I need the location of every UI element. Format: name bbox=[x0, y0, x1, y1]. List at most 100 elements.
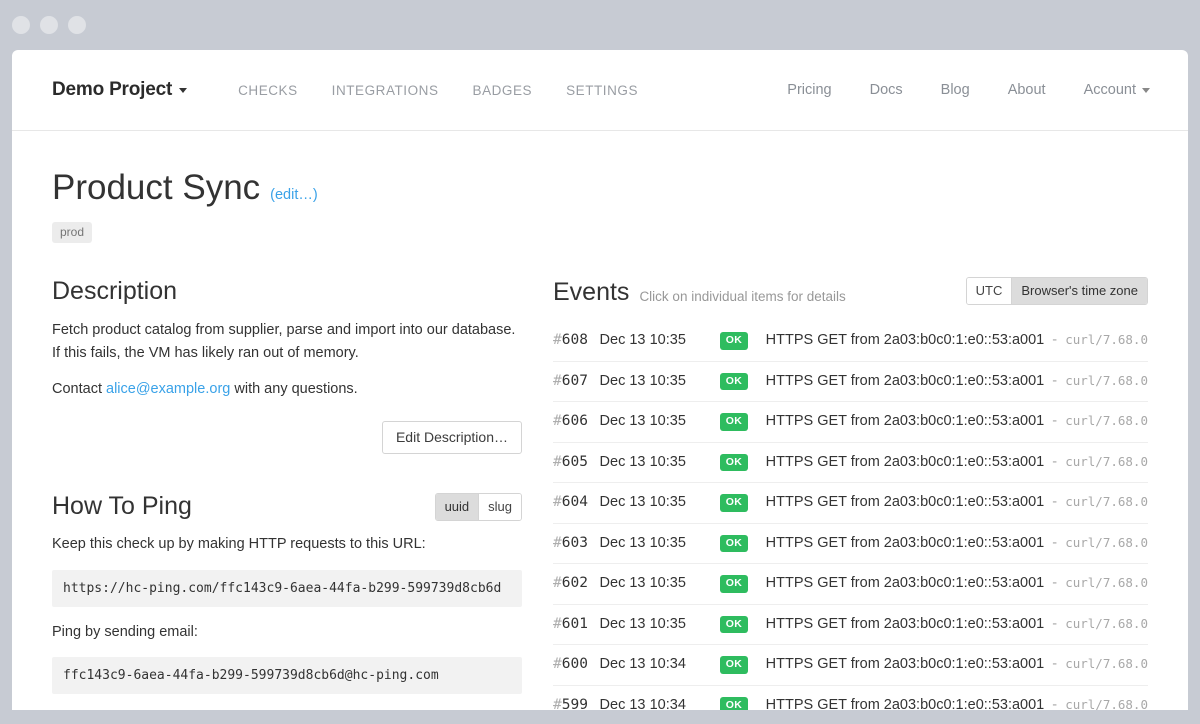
hash-prefix: # bbox=[553, 616, 562, 632]
event-id[interactable]: #606 bbox=[553, 402, 600, 443]
events-table: #608Dec 1310:35OKHTTPS GET from 2a03:b0c… bbox=[553, 321, 1148, 710]
ping-email-box[interactable]: ffc143c9-6aea-44fa-b299-599739d8cb6d@hc-… bbox=[52, 657, 522, 694]
table-row[interactable]: #608Dec 1310:35OK HTTPS GET from 2a03:b0c… bbox=[553, 321, 1148, 361]
url-intro-text: Keep this check up by making HTTP reques… bbox=[52, 533, 522, 555]
hash-prefix: # bbox=[553, 332, 562, 348]
toggle-option-slug[interactable]: slug bbox=[478, 494, 521, 521]
event-description-cell: HTTPS GET from 2a03:b0c0:1:e0::53:a001 -… bbox=[766, 685, 1148, 710]
event-status-cell: OK bbox=[720, 402, 766, 443]
event-id[interactable]: #607 bbox=[553, 361, 600, 402]
timezone-toggle: UTC Browser's time zone bbox=[966, 277, 1148, 306]
table-row[interactable]: #602Dec 1310:35OKHTTPS GET from 2a03:b0c… bbox=[553, 564, 1148, 605]
toggle-option-utc[interactable]: UTC bbox=[967, 278, 1012, 305]
event-number: 602 bbox=[562, 575, 588, 591]
events-subtitle: Click on individual items for details bbox=[639, 289, 845, 307]
nav-item-blog[interactable]: Blog bbox=[922, 82, 989, 98]
separator-dash: - bbox=[1044, 697, 1065, 710]
nav-item-pricing[interactable]: Pricing bbox=[768, 82, 850, 98]
event-time: 10:35 bbox=[650, 321, 720, 361]
table-row[interactable]: #606Dec 1310:35OKHTTPS GET from 2a03:b0c… bbox=[553, 402, 1148, 443]
event-user-agent: curl/7.68.0 bbox=[1065, 332, 1148, 347]
event-id[interactable]: #604 bbox=[553, 483, 600, 524]
event-time: 10:35 bbox=[650, 442, 720, 483]
event-user-agent: curl/7.68.0 bbox=[1065, 535, 1148, 550]
hash-prefix: # bbox=[553, 535, 562, 551]
event-user-agent: curl/7.68.0 bbox=[1065, 413, 1148, 428]
close-dot[interactable] bbox=[12, 16, 30, 34]
separator-dash: - bbox=[1044, 373, 1065, 389]
hash-prefix: # bbox=[553, 656, 562, 672]
table-row[interactable]: #603Dec 1310:35OKHTTPS GET from 2a03:b0c… bbox=[553, 523, 1148, 564]
check-tag[interactable]: prod bbox=[52, 222, 92, 243]
event-description-cell: HTTPS GET from 2a03:b0c0:1:e0::53:a001 -… bbox=[766, 361, 1148, 402]
events-heading: Events bbox=[553, 278, 629, 307]
status-badge: OK bbox=[720, 332, 749, 350]
table-row[interactable]: #599Dec 1310:34OKHTTPS GET from 2a03:b0c… bbox=[553, 685, 1148, 710]
event-description-cell: HTTPS GET from 2a03:b0c0:1:e0::53:a001 -… bbox=[766, 402, 1148, 443]
nav-item-account[interactable]: Account bbox=[1065, 82, 1158, 98]
nav-item-badges[interactable]: BADGES bbox=[456, 83, 550, 98]
separator-dash: - bbox=[1044, 656, 1065, 672]
event-description: HTTPS GET from 2a03:b0c0:1:e0::53:a001 bbox=[766, 454, 1045, 470]
nav-item-checks[interactable]: CHECKS bbox=[221, 83, 315, 98]
nav-item-integrations[interactable]: INTEGRATIONS bbox=[315, 83, 456, 98]
nav-item-settings[interactable]: SETTINGS bbox=[549, 83, 655, 98]
nav-item-about[interactable]: About bbox=[989, 82, 1065, 98]
nav-item-docs[interactable]: Docs bbox=[851, 82, 922, 98]
event-number: 606 bbox=[562, 413, 588, 429]
event-date: Dec 13 bbox=[600, 321, 650, 361]
toggle-option-browser-timezone[interactable]: Browser's time zone bbox=[1011, 278, 1147, 305]
event-date: Dec 13 bbox=[600, 685, 650, 710]
table-row[interactable]: #607Dec 1310:35OKHTTPS GET from 2a03:b0c… bbox=[553, 361, 1148, 402]
edit-description-button[interactable]: Edit Description… bbox=[382, 421, 522, 455]
event-id[interactable]: #603 bbox=[553, 523, 600, 564]
status-badge: OK bbox=[720, 697, 749, 710]
howto-heading: How To Ping bbox=[52, 492, 192, 521]
event-user-agent: curl/7.68.0 bbox=[1065, 575, 1148, 590]
toggle-option-uuid[interactable]: uuid bbox=[436, 494, 479, 521]
two-column-layout: Description Fetch product catalog from s… bbox=[52, 277, 1148, 711]
hash-prefix: # bbox=[553, 373, 562, 389]
event-number: 605 bbox=[562, 454, 588, 470]
table-row[interactable]: #604Dec 1310:35OKHTTPS GET from 2a03:b0c… bbox=[553, 483, 1148, 524]
event-id[interactable]: #600 bbox=[553, 645, 600, 686]
separator-dash: - bbox=[1044, 454, 1065, 470]
explicit-signals-paragraph: You can also explicitly signal a failure… bbox=[52, 708, 522, 710]
table-row[interactable]: #605Dec 1310:35OK HTTPS GET from 2a03:b0c… bbox=[553, 442, 1148, 483]
contact-email-link[interactable]: alice@example.org bbox=[106, 381, 230, 397]
event-id[interactable]: #602 bbox=[553, 564, 600, 605]
minimize-dot[interactable] bbox=[40, 16, 58, 34]
event-date: Dec 13 bbox=[600, 442, 650, 483]
table-row[interactable]: #600Dec 1310:34OKHTTPS GET from 2a03:b0c… bbox=[553, 645, 1148, 686]
event-status-cell: OK bbox=[720, 523, 766, 564]
event-id[interactable]: #599 bbox=[553, 685, 600, 710]
event-status-cell: OK bbox=[720, 604, 766, 645]
event-description-cell: HTTPS GET from 2a03:b0c0:1:e0::53:a001 -… bbox=[766, 523, 1148, 564]
event-description: HTTPS GET from 2a03:b0c0:1:e0::53:a001 bbox=[766, 575, 1045, 591]
description-paragraph: Fetch product catalog from supplier, par… bbox=[52, 319, 522, 364]
event-description: HTTPS GET from 2a03:b0c0:1:e0::53:a001 bbox=[766, 332, 1045, 348]
status-badge: OK bbox=[720, 494, 749, 512]
event-id[interactable]: #608 bbox=[553, 321, 600, 361]
event-description: HTTPS GET from 2a03:b0c0:1:e0::53:a001 bbox=[766, 656, 1045, 672]
maximize-dot[interactable] bbox=[68, 16, 86, 34]
project-switcher[interactable]: Demo Project bbox=[52, 79, 187, 101]
event-user-agent: curl/7.68.0 bbox=[1065, 454, 1148, 469]
event-id[interactable]: #601 bbox=[553, 604, 600, 645]
event-description: HTTPS GET from 2a03:b0c0:1:e0::53:a001 bbox=[766, 616, 1045, 632]
table-row[interactable]: #601Dec 1310:35OKHTTPS GET from 2a03:b0c… bbox=[553, 604, 1148, 645]
description-actions: Edit Description… bbox=[52, 421, 522, 455]
event-number: 603 bbox=[562, 535, 588, 551]
event-time: 10:35 bbox=[650, 604, 720, 645]
event-status-cell: OK bbox=[720, 442, 766, 483]
separator-dash: - bbox=[1044, 575, 1065, 591]
edit-name-link[interactable]: (edit…) bbox=[270, 188, 318, 204]
event-description-cell: HTTPS GET from 2a03:b0c0:1:e0::53:a001 -… bbox=[766, 564, 1148, 605]
status-badge: OK bbox=[720, 373, 749, 391]
status-badge: OK bbox=[720, 454, 749, 472]
ping-url-box[interactable]: https://hc-ping.com/ffc143c9-6aea-44fa-b… bbox=[52, 570, 522, 607]
event-id[interactable]: #605 bbox=[553, 442, 600, 483]
right-column: Events Click on individual items for det… bbox=[522, 277, 1148, 711]
events-table-body: #608Dec 1310:35OKHTTPS GET from 2a03:b0c… bbox=[553, 321, 1148, 710]
event-time: 10:34 bbox=[650, 645, 720, 686]
